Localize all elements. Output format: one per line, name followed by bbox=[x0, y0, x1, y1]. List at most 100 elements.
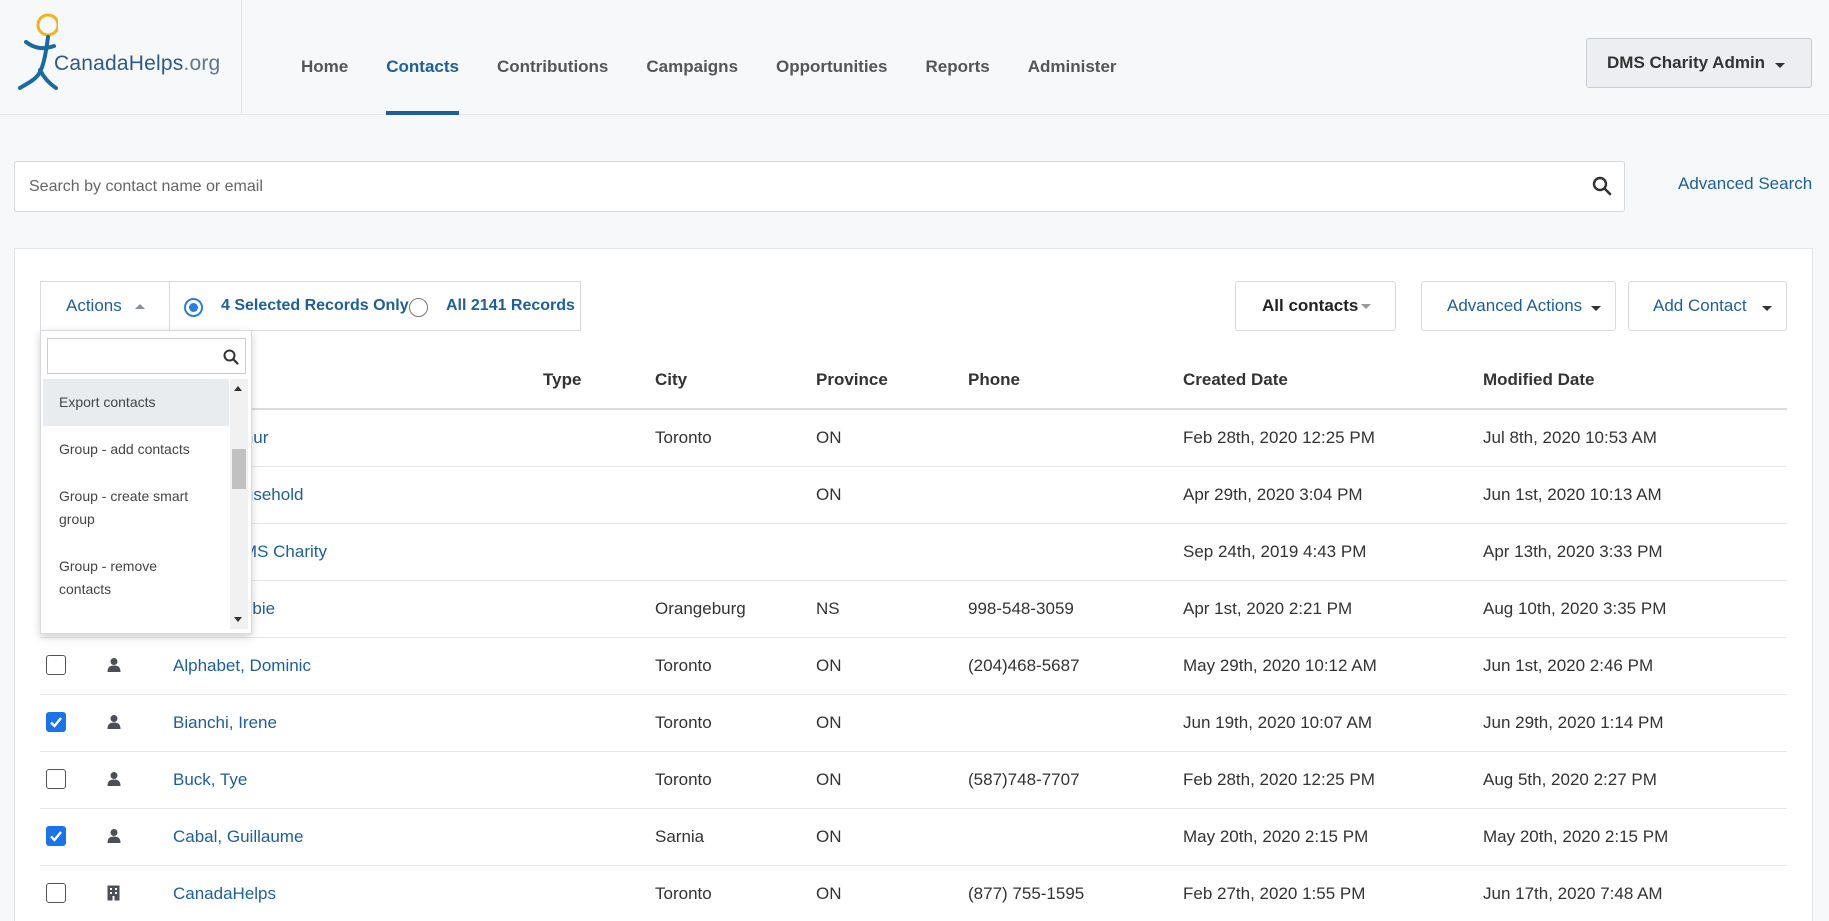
table-row: CanadaHelps Toronto ON (877) 755-1595 Fe… bbox=[40, 866, 1787, 921]
created-date-cell: Apr 1st, 2020 2:21 PM bbox=[1183, 599, 1353, 618]
column-header-type[interactable]: Type bbox=[543, 370, 581, 390]
contact-name-link[interactable]: Buck, Tye bbox=[173, 770, 247, 790]
table-row: Allison, Abbie Orangeburg NS 998-548-305… bbox=[40, 581, 1787, 638]
city-cell: Toronto bbox=[655, 428, 712, 447]
caret-down-icon bbox=[1762, 306, 1772, 311]
top-header: CanadaHelps.org Home Contacts Contributi… bbox=[0, 0, 1829, 115]
city-cell: Toronto bbox=[655, 656, 712, 675]
selected-records-radio[interactable] bbox=[184, 298, 203, 317]
table-header: Type City Province Phone Created Date Mo… bbox=[40, 370, 1787, 410]
modified-date-cell: Jun 29th, 2020 1:14 PM bbox=[1483, 713, 1664, 732]
user-menu-button[interactable]: DMS Charity Admin bbox=[1586, 38, 1812, 88]
created-date-cell: Jun 19th, 2020 10:07 AM bbox=[1183, 713, 1373, 732]
logo-text: CanadaHelps.org bbox=[54, 52, 221, 75]
modified-date-cell: Aug 10th, 2020 3:35 PM bbox=[1483, 599, 1667, 618]
contact-name-link[interactable]: Alphabet, Dominic bbox=[173, 656, 311, 676]
column-header-province[interactable]: Province bbox=[816, 370, 888, 390]
actions-filter-field[interactable] bbox=[47, 338, 246, 374]
modified-date-cell: Jun 17th, 2020 7:48 AM bbox=[1483, 884, 1663, 903]
table-row: Admin, DMS Charity Sep 24th, 2019 4:43 P… bbox=[40, 524, 1787, 581]
city-cell: Toronto bbox=[655, 884, 712, 903]
contact-search-bar bbox=[14, 161, 1625, 212]
person-icon bbox=[107, 658, 121, 672]
canadahelps-logo[interactable]: CanadaHelps.org bbox=[0, 0, 242, 115]
column-header-created-date[interactable]: Created Date bbox=[1183, 370, 1288, 390]
province-cell: NS bbox=[816, 599, 840, 618]
contact-name-link[interactable]: CanadaHelps bbox=[173, 884, 276, 904]
action-option-export-contacts[interactable]: Export contacts bbox=[43, 379, 229, 426]
person-icon bbox=[107, 772, 121, 786]
scrollbar-thumb[interactable] bbox=[232, 449, 246, 489]
contact-name-link[interactable]: Cabal, Guillaume bbox=[173, 827, 303, 847]
phone-cell: (877) 755-1595 bbox=[968, 884, 1085, 903]
province-cell: ON bbox=[816, 485, 842, 504]
row-checkbox[interactable] bbox=[46, 655, 66, 675]
table-row: Abbot Household ON Apr 29th, 2020 3:04 P… bbox=[40, 467, 1787, 524]
contact-name-link[interactable]: Bianchi, Irene bbox=[173, 713, 277, 733]
city-cell: Sarnia bbox=[655, 827, 705, 846]
row-checkbox[interactable] bbox=[46, 826, 66, 846]
table-row: Abdul, Omur Toronto ON Feb 28th, 2020 12… bbox=[40, 410, 1787, 467]
person-icon bbox=[107, 715, 121, 729]
contact-filter-select[interactable]: All contacts bbox=[1235, 281, 1396, 331]
scroll-up-arrow-icon[interactable] bbox=[234, 386, 242, 391]
person-icon bbox=[107, 829, 121, 843]
column-header-city[interactable]: City bbox=[655, 370, 687, 390]
modified-date-cell: Jun 1st, 2020 2:46 PM bbox=[1483, 656, 1654, 675]
add-contact-button[interactable]: Add Contact bbox=[1628, 281, 1787, 331]
contact-search-input[interactable] bbox=[15, 162, 1575, 211]
row-checkbox[interactable] bbox=[46, 769, 66, 789]
modified-date-cell: Jul 8th, 2020 10:53 AM bbox=[1483, 428, 1657, 447]
province-cell: ON bbox=[816, 428, 842, 447]
action-option-group-add-contacts[interactable]: Group - add contacts bbox=[43, 426, 229, 473]
selected-records-label[interactable]: 4 Selected Records Only bbox=[221, 297, 409, 315]
advanced-actions-label: Advanced Actions bbox=[1447, 296, 1583, 315]
phone-cell: 998-548-3059 bbox=[968, 599, 1074, 618]
all-records-radio[interactable] bbox=[409, 298, 428, 317]
created-date-cell: Feb 28th, 2020 12:25 PM bbox=[1183, 428, 1375, 447]
city-cell: Toronto bbox=[655, 770, 712, 789]
province-cell: ON bbox=[816, 713, 842, 732]
checkmark-icon bbox=[50, 717, 62, 728]
caret-down-icon bbox=[1361, 304, 1371, 309]
nav-contributions[interactable]: Contributions bbox=[478, 0, 627, 115]
nav-home[interactable]: Home bbox=[282, 0, 367, 115]
advanced-search-link[interactable]: Advanced Search bbox=[1678, 174, 1812, 194]
scroll-down-arrow-icon[interactable] bbox=[234, 617, 242, 622]
search-icon[interactable] bbox=[1592, 176, 1612, 196]
all-records-label[interactable]: All 2141 Records bbox=[446, 297, 575, 315]
modified-date-cell: Jun 1st, 2020 10:13 AM bbox=[1483, 485, 1662, 504]
caret-up-icon bbox=[135, 304, 145, 309]
row-checkbox[interactable] bbox=[46, 712, 66, 732]
nav-reports[interactable]: Reports bbox=[906, 0, 1008, 115]
column-header-phone[interactable]: Phone bbox=[968, 370, 1020, 390]
nav-campaigns[interactable]: Campaigns bbox=[627, 0, 757, 115]
created-date-cell: May 20th, 2020 2:15 PM bbox=[1183, 827, 1369, 846]
nav-administer[interactable]: Administer bbox=[1009, 0, 1136, 115]
created-date-cell: Apr 29th, 2020 3:04 PM bbox=[1183, 485, 1363, 504]
search-icon bbox=[223, 349, 239, 365]
user-menu-label: DMS Charity Admin bbox=[1607, 53, 1766, 72]
contact-filter-label: All contacts bbox=[1262, 296, 1359, 315]
actions-label: Actions bbox=[66, 296, 122, 315]
created-date-cell: Sep 24th, 2019 4:43 PM bbox=[1183, 542, 1367, 561]
province-cell: ON bbox=[816, 827, 842, 846]
phone-cell: (587)748-7707 bbox=[968, 770, 1080, 789]
advanced-actions-button[interactable]: Advanced Actions bbox=[1421, 281, 1616, 331]
created-date-cell: May 29th, 2020 10:12 AM bbox=[1183, 656, 1377, 675]
table-row: Buck, Tye Toronto ON (587)748-7707 Feb 2… bbox=[40, 752, 1787, 809]
column-header-modified-date[interactable]: Modified Date bbox=[1483, 370, 1594, 390]
row-checkbox[interactable] bbox=[46, 883, 66, 903]
logo-figure-icon bbox=[18, 13, 58, 90]
action-option-group-remove-contacts[interactable]: Group - remove contacts bbox=[43, 543, 229, 613]
province-cell: ON bbox=[816, 770, 842, 789]
phone-cell: (204)468-5687 bbox=[968, 656, 1080, 675]
nav-opportunities[interactable]: Opportunities bbox=[757, 0, 906, 115]
actions-button[interactable]: Actions bbox=[40, 281, 170, 331]
nav-contacts[interactable]: Contacts bbox=[367, 0, 478, 115]
city-cell: Orangeburg bbox=[655, 599, 746, 618]
city-cell: Toronto bbox=[655, 713, 712, 732]
dropdown-scrollbar[interactable] bbox=[230, 379, 248, 629]
action-option-group-create-smart-group[interactable]: Group - create smart group bbox=[43, 473, 229, 543]
caret-down-icon bbox=[1775, 63, 1785, 68]
